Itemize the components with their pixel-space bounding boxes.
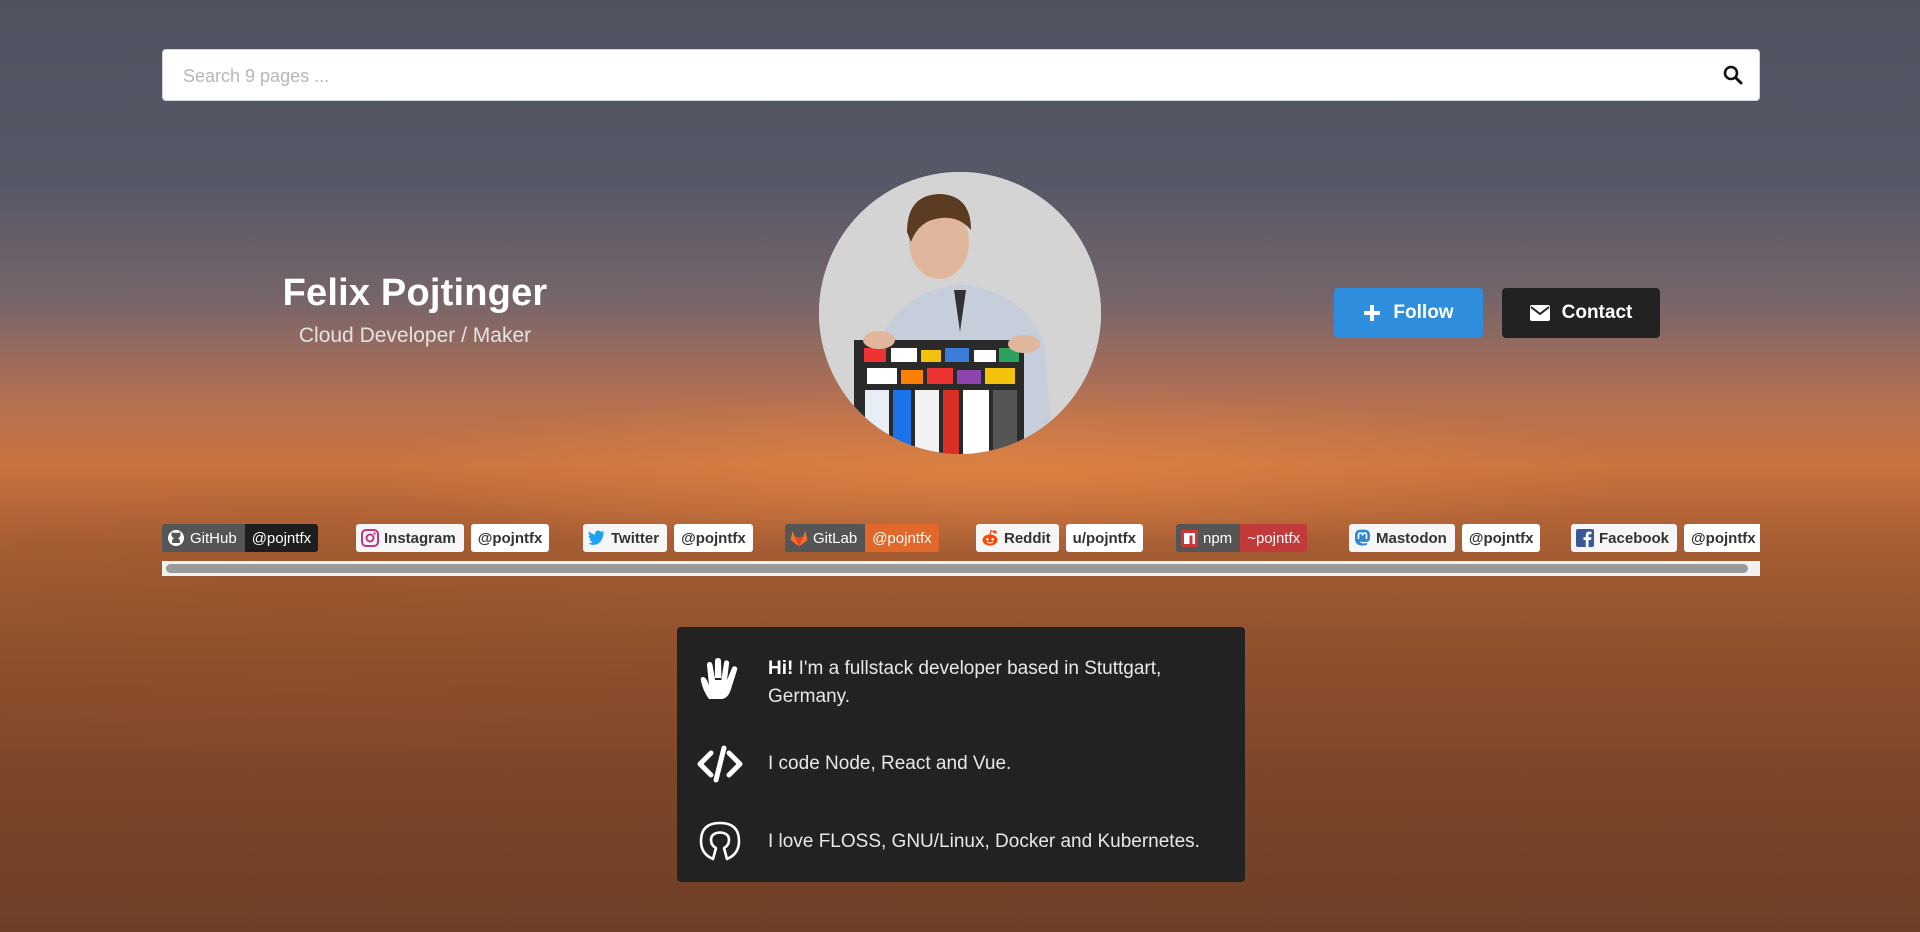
profile-name: Felix Pojtinger [282,272,548,314]
open-source-icon [699,821,741,861]
badge-value: @pojntfx [244,524,319,552]
npm-icon [1181,529,1198,547]
contact-button[interactable]: Contact [1502,288,1660,338]
gitlab-icon [790,530,808,546]
mastodon-icon [1355,529,1370,546]
plus-icon [1364,305,1381,321]
badge-facebook[interactable]: Facebook @pojntfx [1571,524,1760,552]
about-code-text: I code Node, React and Vue. [768,753,1012,774]
badge-gitlab[interactable]: GitLab @pojntfx [785,524,939,552]
page: Felix Pojtinger Cloud Developer / Maker [0,0,1920,932]
badge-label: Instagram [384,529,456,547]
badge-label: Facebook [1599,529,1670,547]
badge-value: ~pojntfx [1240,524,1308,552]
search-icon[interactable] [1723,65,1743,85]
follow-button[interactable]: Follow [1334,288,1483,338]
greeting-bold: Hi! [768,658,794,679]
social-badges: GitHub @pojntfx Instagram @pojntfx Twitt… [162,524,1760,556]
badge-value: @pojntfx [1461,524,1541,552]
badges-scrollbar[interactable] [162,561,1760,576]
scrollbar-thumb[interactable] [166,564,1748,573]
about-floss-text: I love FLOSS, GNU/Linux, Docker and Kube… [768,831,1200,852]
about-greeting-text: Hi! I'm a fullstack developer based in S… [768,655,1208,711]
badge-value: @pojntfx [865,524,939,552]
envelope-icon [1529,305,1550,321]
badge-npm[interactable]: npm ~pojntfx [1176,524,1308,552]
badge-label: Reddit [1004,529,1051,547]
facebook-icon [1576,529,1594,547]
badge-value: u/pojntfx [1065,524,1143,552]
badge-label: GitHub [190,529,237,547]
twitter-icon [588,530,605,545]
about-card: Hi! I'm a fullstack developer based in S… [677,627,1245,882]
greeting-rest: I'm a fullstack developer based in Stutt… [768,658,1162,707]
about-row-code: I code Node, React and Vue. [677,741,1245,791]
contact-label: Contact [1561,302,1633,323]
follow-label: Follow [1393,302,1454,323]
code-icon [697,745,743,783]
badge-reddit[interactable]: Reddit u/pojntfx [976,524,1143,552]
badge-label: npm [1203,529,1233,547]
avatar [819,172,1101,454]
badge-mastodon[interactable]: Mastodon @pojntfx [1349,524,1541,552]
instagram-icon [361,529,379,547]
reddit-icon [982,529,998,546]
badge-value: @pojntfx [470,524,550,552]
badge-instagram[interactable]: Instagram @pojntfx [356,524,550,552]
search-input[interactable] [181,50,1685,102]
about-row-floss: I love FLOSS, GNU/Linux, Docker and Kube… [677,819,1245,869]
github-icon [168,530,184,546]
badge-value: @pojntfx [1684,524,1760,552]
badge-label: Mastodon [1376,529,1447,547]
badge-value: @pojntfx [674,524,753,552]
about-row-greeting: Hi! I'm a fullstack developer based in S… [677,649,1245,719]
search-box[interactable] [162,49,1760,102]
badge-twitter[interactable]: Twitter @pojntfx [583,524,753,552]
badge-label: GitLab [813,529,858,547]
badge-label: Twitter [611,529,660,547]
hand-icon [700,658,738,699]
badge-github[interactable]: GitHub @pojntfx [162,524,319,552]
profile-subtitle: Cloud Developer / Maker [298,324,532,347]
